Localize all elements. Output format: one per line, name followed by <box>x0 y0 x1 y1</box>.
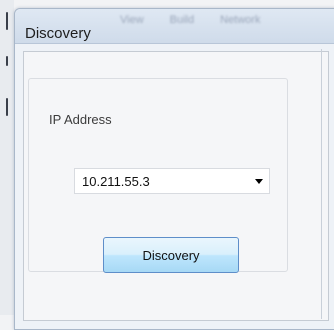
background-app-strip <box>0 0 14 315</box>
discovery-button[interactable]: Discovery <box>103 237 239 273</box>
background-mark <box>6 12 8 30</box>
background-menu-item-view: View <box>120 14 144 26</box>
ip-address-value: 10.211.55.3 <box>82 173 150 189</box>
ip-address-group-label: IP Address <box>45 112 116 127</box>
dialog-title: Discovery <box>25 25 91 42</box>
background-mark <box>6 98 8 116</box>
background-mark <box>6 56 8 66</box>
client-divider <box>321 49 322 319</box>
chevron-down-icon <box>255 178 263 184</box>
background-menu: View Build Network <box>120 8 334 32</box>
dropdown-arrow[interactable] <box>249 169 269 193</box>
background-menu-item-network: Network <box>220 14 261 26</box>
background-menu-item-build: Build <box>169 14 195 26</box>
ip-address-dropdown[interactable]: 10.211.55.3 <box>74 168 270 194</box>
